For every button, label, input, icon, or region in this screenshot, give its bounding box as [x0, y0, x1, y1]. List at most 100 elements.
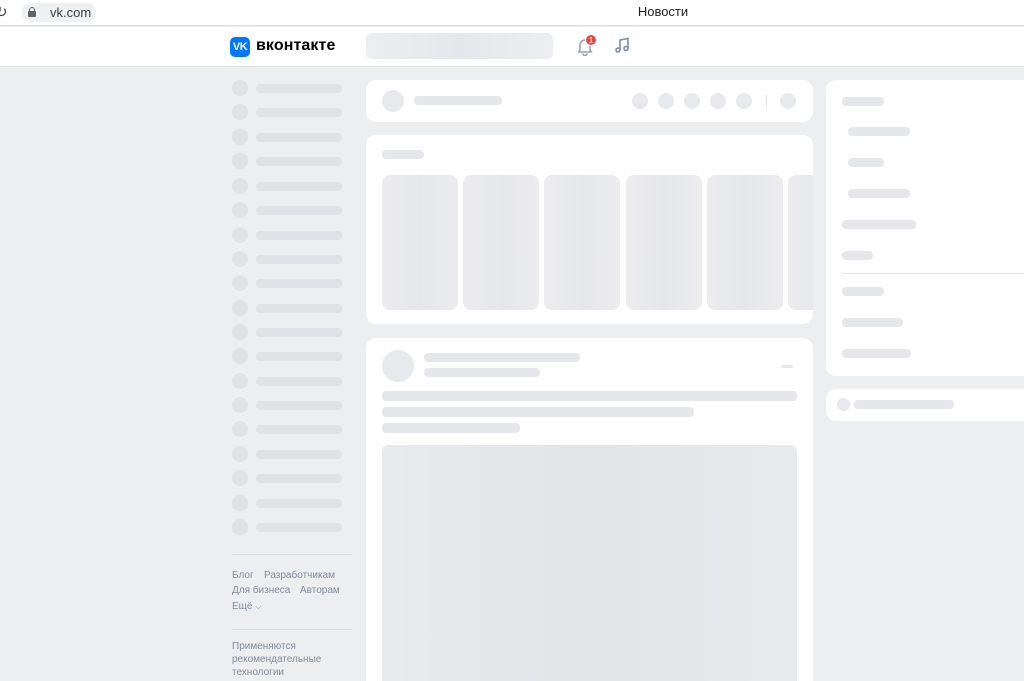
footer-more-label: Ещё: [232, 601, 253, 612]
nav-item-skeleton[interactable]: [232, 373, 248, 389]
nav-item-skeleton[interactable]: [232, 251, 248, 267]
reload-icon[interactable]: ↻: [0, 3, 8, 21]
nav-item-skeleton-label: [256, 182, 342, 191]
nav-item-skeleton[interactable]: [232, 324, 248, 340]
nav-item-skeleton[interactable]: [232, 104, 248, 120]
composer-action-icon[interactable]: [710, 93, 726, 109]
post-text-skeleton: [382, 423, 520, 433]
post-date-skeleton: [424, 368, 540, 377]
filter-item-skeleton[interactable]: [842, 318, 903, 327]
nav-item-skeleton-label: [256, 499, 342, 508]
nav-item-skeleton[interactable]: [232, 470, 248, 486]
post-text-skeleton: [382, 391, 797, 401]
browser-toolbar: ↻ vk.com Новости: [0, 0, 1024, 26]
url-text: vk.com: [50, 5, 92, 20]
nav-item-skeleton[interactable]: [232, 178, 248, 194]
nav-item-skeleton[interactable]: [232, 275, 248, 291]
nav-item-skeleton-label: [256, 523, 342, 532]
nav-item-skeleton[interactable]: [232, 202, 248, 218]
chevron-down-icon: ⌵: [255, 602, 262, 611]
footer-link-authors[interactable]: Авторам: [300, 585, 340, 596]
nav-item-skeleton[interactable]: [232, 129, 248, 145]
recommendation-note-line: технологии: [232, 667, 285, 678]
site-header: VK вконтакте 1: [0, 27, 1024, 67]
nav-item-skeleton[interactable]: [232, 227, 248, 243]
footer-link-blog[interactable]: Блог: [232, 570, 254, 581]
recommendation-note-line: Применяются: [232, 641, 296, 652]
composer-action-icon[interactable]: [736, 93, 752, 109]
nav-item-skeleton-label: [256, 474, 342, 483]
nav-item-skeleton-label: [256, 279, 342, 288]
filter-item-skeleton[interactable]: [842, 220, 916, 229]
nav-item-skeleton[interactable]: [232, 421, 248, 437]
post-menu-icon[interactable]: [781, 365, 793, 368]
story-card-skeleton[interactable]: [707, 175, 783, 310]
nav-item-skeleton-label: [256, 352, 342, 361]
story-card-skeleton[interactable]: [788, 175, 813, 310]
address-bar[interactable]: vk.com: [22, 3, 96, 22]
filter-item-skeleton[interactable]: [842, 97, 884, 106]
filter-item-skeleton[interactable]: [848, 127, 910, 136]
composer-placeholder-skeleton[interactable]: [414, 96, 502, 105]
filter-item-skeleton[interactable]: [842, 349, 911, 358]
footer-link-developers[interactable]: Разработчикам: [264, 570, 335, 581]
composer-action-icon[interactable]: [632, 93, 648, 109]
nav-item-skeleton[interactable]: [232, 153, 248, 169]
post-author-skeleton: [424, 353, 580, 362]
nav-item-skeleton-label: [256, 133, 342, 142]
nav-item-skeleton[interactable]: [232, 397, 248, 413]
side-block-skeleton: [826, 389, 1024, 421]
story-card-skeleton[interactable]: [544, 175, 620, 310]
filters-divider: [842, 273, 1024, 274]
notification-badge: 1: [585, 34, 597, 46]
avatar: [382, 90, 404, 112]
feed-filters: [826, 80, 1024, 376]
filter-item-skeleton[interactable]: [842, 251, 873, 260]
post-composer: [366, 80, 813, 122]
nav-item-skeleton-label: [256, 328, 342, 337]
tab-title: Новости: [637, 4, 689, 19]
filter-item-skeleton[interactable]: [842, 287, 884, 296]
nav-item-skeleton[interactable]: [232, 348, 248, 364]
nav-item-skeleton-label: [256, 231, 342, 240]
filter-item-skeleton[interactable]: [848, 158, 884, 167]
logo-text[interactable]: вконтакте: [256, 37, 335, 55]
story-card-skeleton[interactable]: [463, 175, 539, 310]
footer-link-more[interactable]: Ещё ⌵: [232, 601, 261, 612]
nav-item-skeleton-label: [256, 425, 342, 434]
music-icon[interactable]: [613, 37, 631, 55]
vk-logo-icon[interactable]: VK: [230, 37, 250, 57]
nav-item-skeleton-label: [256, 377, 342, 386]
recommendation-note-line: рекомендательные: [232, 654, 322, 665]
post-card-skeleton: [366, 338, 813, 681]
footer-link-business[interactable]: Для бизнеса: [232, 585, 290, 596]
composer-action-icon[interactable]: [684, 93, 700, 109]
nav-item-skeleton-label: [256, 304, 342, 313]
nav-item-skeleton[interactable]: [232, 80, 248, 96]
search-input[interactable]: [366, 33, 553, 59]
nav-item-skeleton-label: [256, 450, 342, 459]
story-card-skeleton[interactable]: [626, 175, 702, 310]
avatar: [382, 350, 414, 382]
side-block-icon: [837, 398, 850, 411]
side-block-label-skeleton[interactable]: [854, 400, 954, 409]
nav-item-skeleton[interactable]: [232, 495, 248, 511]
nav-divider: [232, 554, 352, 555]
stories-title-skeleton: [382, 150, 424, 159]
nav-divider: [232, 629, 352, 630]
stories-block: [366, 135, 813, 324]
story-card-skeleton[interactable]: [382, 175, 458, 310]
nav-item-skeleton-label: [256, 108, 342, 117]
nav-item-skeleton-label: [256, 84, 342, 93]
lock-icon: [28, 7, 36, 17]
composer-settings-icon[interactable]: [780, 93, 796, 109]
nav-item-skeleton[interactable]: [232, 446, 248, 462]
filter-item-skeleton[interactable]: [848, 189, 910, 198]
nav-item-skeleton-label: [256, 401, 342, 410]
nav-item-skeleton[interactable]: [232, 519, 248, 535]
composer-divider: [766, 95, 767, 107]
post-text-skeleton: [382, 407, 694, 417]
composer-action-icon[interactable]: [658, 93, 674, 109]
nav-item-skeleton-label: [256, 255, 342, 264]
nav-item-skeleton[interactable]: [232, 300, 248, 316]
